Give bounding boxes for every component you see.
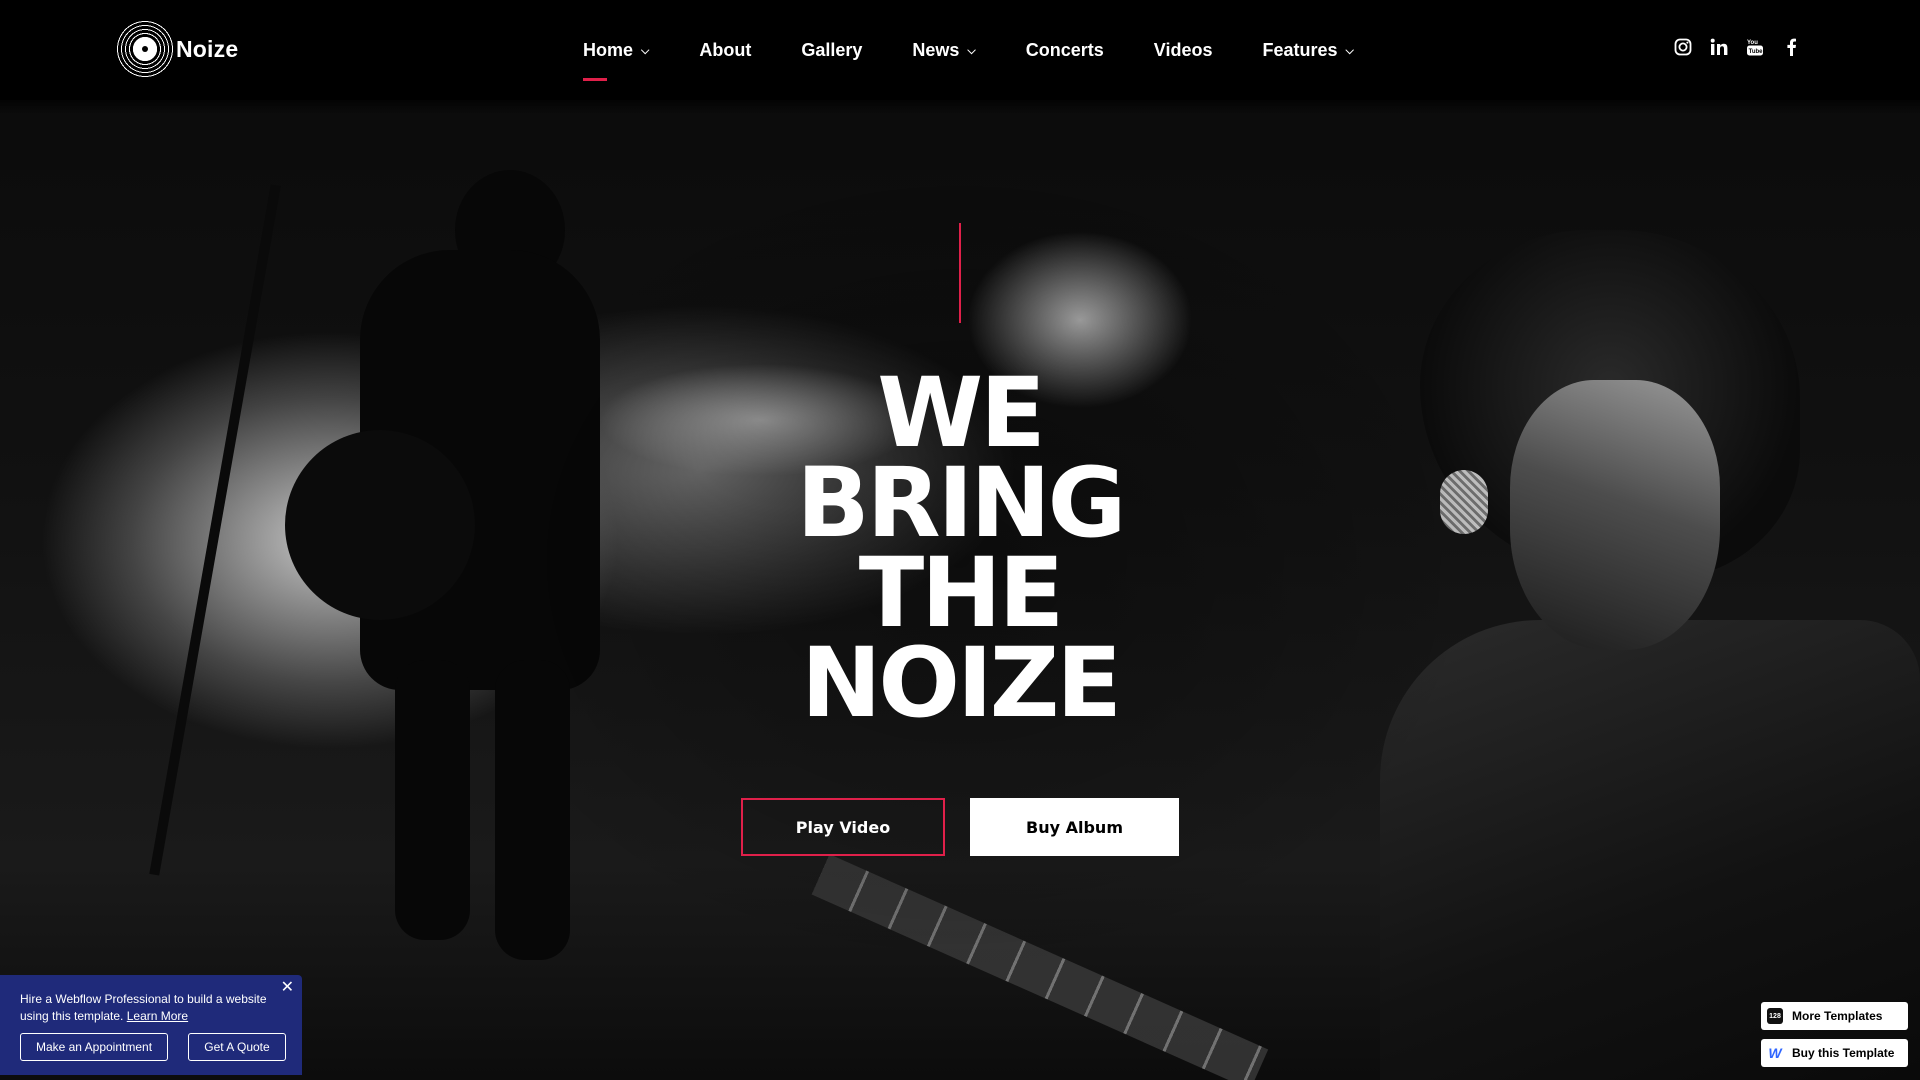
more-templates-label: More Templates xyxy=(1792,1009,1883,1023)
brand-logo-link[interactable]: Noize xyxy=(116,20,238,78)
social-links: You Tube xyxy=(1672,36,1816,58)
webflow-logo-icon: W xyxy=(1768,1045,1782,1061)
facebook-icon[interactable] xyxy=(1780,36,1802,58)
chevron-down-icon: ⌵ xyxy=(967,44,976,57)
navbar-shadow xyxy=(0,100,1920,114)
hire-webflow-banner: ✕ Hire a Webflow Professional to build a… xyxy=(0,975,302,1075)
buy-template-label: Buy this Template xyxy=(1792,1046,1895,1060)
nav-item-label: Features xyxy=(1262,39,1338,60)
headline-line: THE xyxy=(858,537,1064,649)
hero-headline: WE BRING THE NOIZE xyxy=(660,357,1260,739)
learn-more-link[interactable]: Learn More xyxy=(127,1009,188,1023)
more-templates-button[interactable]: 128 More Templates xyxy=(1761,1002,1908,1030)
nav-item-concerts[interactable]: Concerts xyxy=(1026,40,1104,61)
instagram-icon[interactable] xyxy=(1672,36,1694,58)
nav-item-label: About xyxy=(699,39,752,60)
svg-text:You: You xyxy=(1747,40,1758,46)
brand-name: Noize xyxy=(176,35,239,62)
nav-item-gallery[interactable]: Gallery xyxy=(801,40,862,61)
navbar: Noize Home ⌵ About Gallery News ⌵ Concer… xyxy=(0,0,1920,100)
nav-item-label: Gallery xyxy=(801,39,863,60)
youtube-icon[interactable]: You Tube xyxy=(1744,36,1766,58)
nav-item-label: Concerts xyxy=(1025,39,1104,60)
nav-item-home[interactable]: Home ⌵ xyxy=(583,39,650,81)
nav-item-videos[interactable]: Videos xyxy=(1154,40,1213,61)
close-icon[interactable]: ✕ xyxy=(281,979,294,996)
nav-item-label: Home xyxy=(583,39,634,60)
nav-item-news[interactable]: News ⌵ xyxy=(912,40,975,61)
nav-item-about[interactable]: About xyxy=(699,40,751,61)
get-quote-button[interactable]: Get A Quote xyxy=(188,1033,286,1061)
headline-line: BRING xyxy=(796,447,1127,559)
nav-item-features[interactable]: Features ⌵ xyxy=(1263,40,1354,61)
hire-banner-text: Hire a Webflow Professional to build a w… xyxy=(20,991,282,1025)
buy-template-button[interactable]: W Buy this Template xyxy=(1761,1039,1908,1067)
nav-item-label: News xyxy=(912,39,960,60)
chevron-down-icon: ⌵ xyxy=(641,44,650,57)
chevron-down-icon: ⌵ xyxy=(1345,44,1354,57)
vinyl-record-icon xyxy=(116,20,174,78)
headline-line: NOIZE xyxy=(801,627,1122,739)
svg-text:Tube: Tube xyxy=(1749,49,1764,55)
buy-album-button[interactable]: Buy Album xyxy=(970,798,1179,856)
play-video-button[interactable]: Play Video xyxy=(741,798,945,856)
headline-line: WE xyxy=(877,357,1045,469)
templates-count-icon: 128 xyxy=(1767,1008,1783,1024)
linkedin-icon[interactable] xyxy=(1708,36,1730,58)
hire-banner-actions: Make an Appointment Get A Quote xyxy=(20,1033,286,1061)
hero-accent-line xyxy=(959,223,961,323)
active-indicator xyxy=(583,77,607,81)
make-appointment-button[interactable]: Make an Appointment xyxy=(20,1033,168,1061)
nav-item-label: Videos xyxy=(1153,39,1213,60)
main-nav: Home ⌵ About Gallery News ⌵ Concerts Vid… xyxy=(583,0,1404,100)
